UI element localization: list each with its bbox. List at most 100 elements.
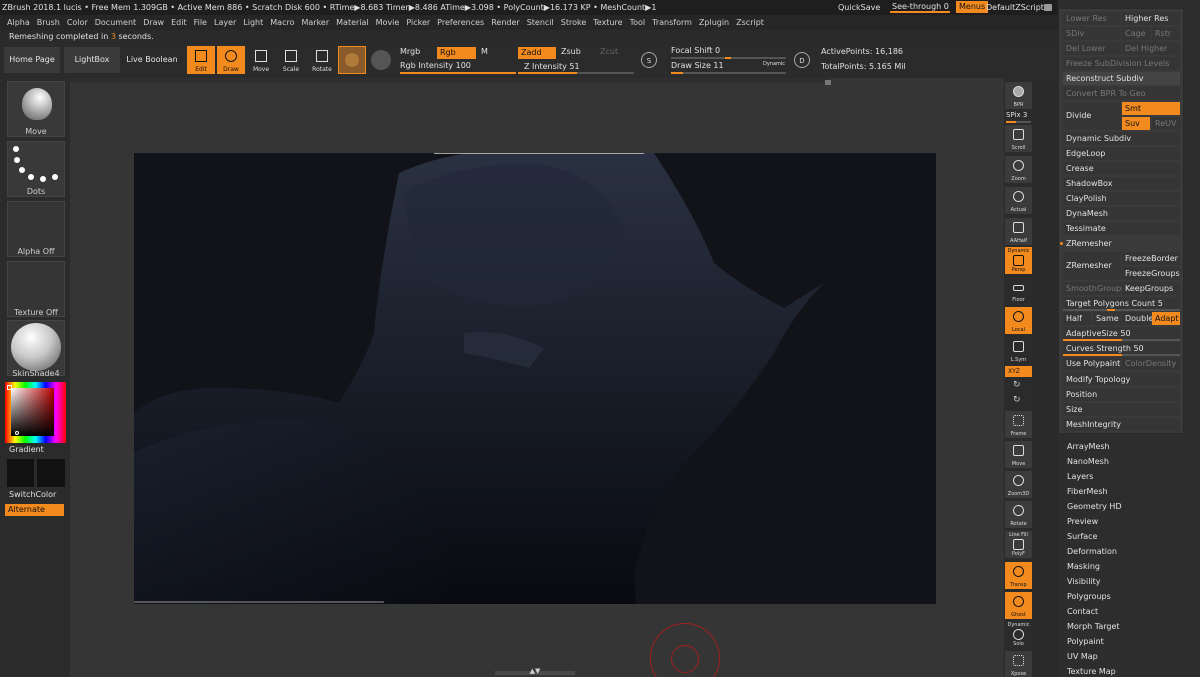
menu-stencil[interactable]: Stencil	[527, 15, 554, 30]
scale-mode-button[interactable]: Scale	[277, 46, 305, 74]
xyz-toggle[interactable]: XYZ	[1005, 366, 1032, 377]
rotate-mode-button[interactable]: Rotate	[308, 46, 336, 74]
menu-movie[interactable]: Movie	[376, 15, 400, 30]
lsym-button[interactable]: L.Sym	[1005, 337, 1032, 364]
menu-material[interactable]: Material	[336, 15, 369, 30]
home-page-button[interactable]: Home Page	[4, 47, 60, 73]
dynamic-toggle[interactable]: Dynamic	[763, 61, 785, 67]
color-density-slider[interactable]: ColorDensity	[1122, 357, 1180, 370]
zsub-toggle[interactable]: Zsub	[561, 47, 581, 56]
sculpt-mesh[interactable]	[134, 153, 936, 604]
subpalette-arraymesh[interactable]: ArrayMesh	[1067, 440, 1110, 453]
minimize-icon[interactable]	[1044, 4, 1052, 11]
live-boolean-button[interactable]: Live Boolean	[124, 47, 180, 73]
freeze-groups-toggle[interactable]: FreezeGroups	[1122, 267, 1180, 280]
subpalette-masking[interactable]: Masking	[1067, 560, 1100, 573]
ghost-button[interactable]: Ghost	[1005, 592, 1032, 619]
smooth-groups-slider[interactable]: SmoothGroups	[1063, 282, 1125, 295]
focal-shift-track[interactable]	[671, 57, 786, 59]
canvas-top-handle[interactable]	[825, 80, 831, 85]
alternate-button[interactable]: Alternate	[5, 504, 64, 516]
cage-button[interactable]: Cage	[1122, 27, 1150, 40]
subpalette-morph-target[interactable]: Morph Target	[1067, 620, 1120, 633]
rgb-intensity-slider[interactable]: Rgb Intensity 100	[400, 61, 471, 70]
quicksave-button[interactable]: QuickSave	[838, 0, 880, 15]
edit-mode-button[interactable]: Edit	[187, 46, 215, 74]
menu-texture[interactable]: Texture	[593, 15, 622, 30]
actual-button[interactable]: Actual	[1005, 187, 1032, 214]
move-view-button[interactable]: Move	[1005, 441, 1032, 468]
color-picker[interactable]	[5, 382, 66, 443]
z-intensity-track[interactable]	[518, 72, 634, 74]
draw-size-slider[interactable]: Draw Size 11	[671, 61, 724, 70]
menu-stroke[interactable]: Stroke	[561, 15, 587, 30]
local-button[interactable]: Local	[1005, 307, 1032, 334]
color-square[interactable]	[11, 388, 54, 436]
draw-mode-button[interactable]: Draw	[217, 46, 245, 74]
menu-light[interactable]: Light	[243, 15, 263, 30]
main-color-swatch[interactable]	[7, 459, 34, 487]
floor-button[interactable]: Floor	[1005, 277, 1032, 304]
modify-topology-section[interactable]: Modify Topology	[1063, 373, 1180, 386]
m-toggle[interactable]: M	[481, 47, 488, 56]
focal-shift-slider[interactable]: Focal Shift 0	[671, 46, 720, 55]
color-picker-icon[interactable]	[371, 50, 391, 70]
menu-picker[interactable]: Picker	[406, 15, 430, 30]
subpalette-contact[interactable]: Contact	[1067, 605, 1098, 618]
reconstruct-subdiv-button[interactable]: Reconstruct Subdiv	[1063, 72, 1180, 85]
freeze-border-toggle[interactable]: FreezeBorder	[1122, 252, 1180, 265]
subpalette-preview[interactable]: Preview	[1067, 515, 1098, 528]
transp-button[interactable]: Transp	[1005, 562, 1032, 589]
subpalette-layers[interactable]: Layers	[1067, 470, 1093, 483]
subpalette-geometry-hd[interactable]: Geometry HD	[1067, 500, 1122, 513]
material-selector[interactable]	[7, 320, 65, 376]
mrgb-toggle[interactable]: Mrgb	[400, 47, 420, 56]
dynamic-subdiv-section[interactable]: Dynamic Subdiv	[1063, 132, 1180, 145]
menu-brush[interactable]: Brush	[37, 15, 60, 30]
xpose-button[interactable]: Xpose	[1005, 651, 1032, 677]
target-polygons-track[interactable]	[1063, 309, 1180, 311]
material-swatch[interactable]	[338, 46, 366, 74]
menu-file[interactable]: File	[194, 15, 207, 30]
higher-res-button[interactable]: Higher Res	[1122, 12, 1180, 25]
frame-button[interactable]: Frame	[1005, 411, 1032, 438]
zcut-toggle[interactable]: Zcut	[600, 47, 618, 56]
menu-color[interactable]: Color	[67, 15, 88, 30]
rotate-z-icon[interactable]: ↻	[1013, 395, 1021, 405]
rgb-intensity-track[interactable]	[400, 72, 516, 74]
adapt-toggle[interactable]: Adapt	[1152, 312, 1180, 325]
menu-draw[interactable]: Draw	[143, 15, 164, 30]
menu-render[interactable]: Render	[491, 15, 519, 30]
rstr-button[interactable]: Rstr	[1152, 27, 1180, 40]
d-key-icon[interactable]: D	[794, 52, 810, 68]
use-polypaint-toggle[interactable]: Use Polypaint	[1063, 357, 1121, 370]
same-button[interactable]: Same	[1093, 312, 1121, 325]
half-button[interactable]: Half	[1063, 312, 1091, 325]
dynamesh-section[interactable]: DynaMesh	[1063, 207, 1180, 220]
spix-slider[interactable]: SPix 3	[1006, 111, 1027, 119]
scroll-button[interactable]: Scroll	[1005, 125, 1032, 152]
position-section[interactable]: Position	[1063, 388, 1180, 401]
tessimate-section[interactable]: Tessimate	[1063, 222, 1180, 235]
size-section[interactable]: Size	[1063, 403, 1180, 416]
primary-color-marker[interactable]	[7, 385, 12, 390]
curves-strength-track[interactable]	[1063, 354, 1180, 356]
menu-zplugin[interactable]: Zplugin	[699, 15, 729, 30]
subpalette-surface[interactable]: Surface	[1067, 530, 1097, 543]
polyf-button[interactable]: Line Fill PolyF	[1005, 531, 1032, 558]
see-through-slider[interactable]: See-through 0	[890, 1, 950, 13]
subpalette-nanomesh[interactable]: NanoMesh	[1067, 455, 1109, 468]
move-mode-button[interactable]: Move	[247, 46, 275, 74]
rgb-toggle[interactable]: Rgb	[437, 47, 476, 59]
menu-macro[interactable]: Macro	[270, 15, 294, 30]
menu-document[interactable]: Document	[95, 15, 136, 30]
s-key-icon[interactable]: S	[641, 52, 657, 68]
aahalf-button[interactable]: AAHalf	[1005, 218, 1032, 245]
mesh-integrity-section[interactable]: MeshIntegrity	[1063, 418, 1180, 431]
menus-toggle[interactable]: Menus	[956, 1, 989, 13]
bpr-button[interactable]: BPR	[1005, 82, 1032, 109]
secondary-color-swatch[interactable]	[37, 459, 65, 487]
menu-marker[interactable]: Marker	[301, 15, 329, 30]
menu-layer[interactable]: Layer	[214, 15, 236, 30]
document-viewport[interactable]	[134, 153, 936, 604]
